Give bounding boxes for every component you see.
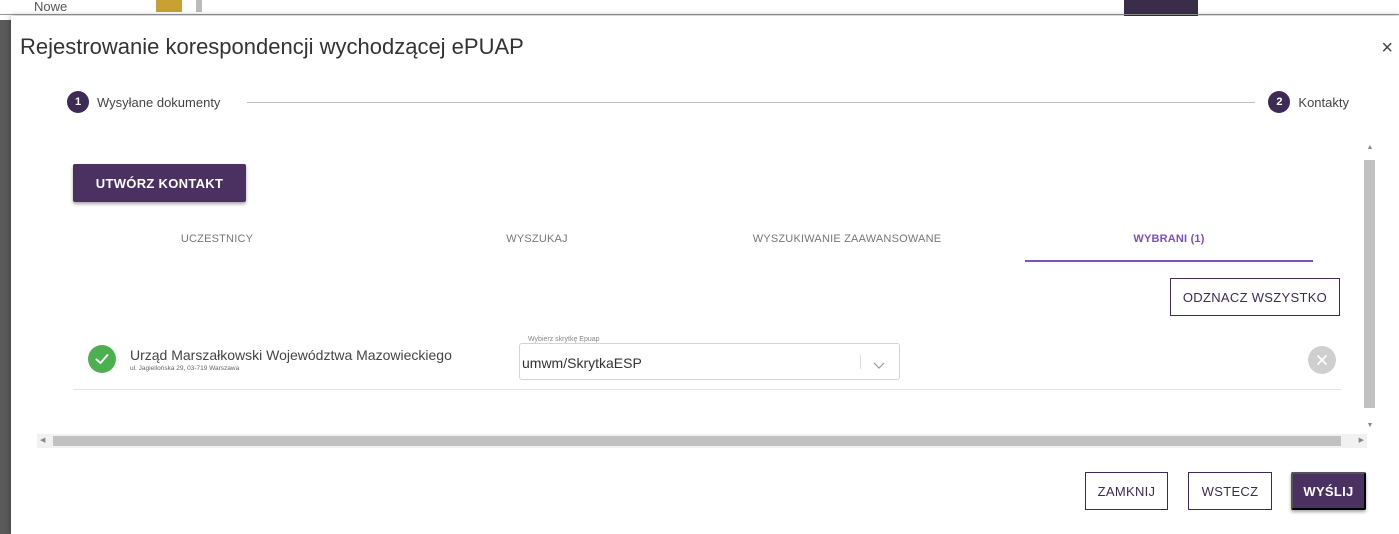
background-text: Nowe (34, 0, 68, 14)
send-button[interactable]: WYŚLIJ (1291, 472, 1366, 510)
tab-participants[interactable]: UCZESTNICY (73, 228, 361, 262)
step-number: 1 (67, 91, 89, 113)
epuap-dialog: Rejestrowanie korespondencji wychodzącej… (11, 16, 1399, 534)
close-button[interactable]: ZAMKNIJ (1085, 472, 1168, 510)
mailbox-select-label: Wybierz skrytkę Epuap (526, 336, 602, 343)
vertical-scrollbar[interactable]: ▲ ▼ (1363, 144, 1377, 434)
chevron-down-icon[interactable] (873, 357, 885, 369)
contacts-panel: UTWÓRZ KONTAKT UCZESTNICY WYSZUKAJ WYSZU… (37, 144, 1367, 446)
close-icon[interactable]: × (1381, 38, 1393, 58)
background-line (0, 14, 1399, 15)
unselect-all-button[interactable]: ODZNACZ WSZYSTKO (1170, 278, 1340, 316)
check-circle-icon (88, 345, 116, 373)
dialog-title: Rejestrowanie korespondencji wychodzącej… (20, 34, 524, 59)
contact-row: Urząd Marszałkowski Województwa Mazowiec… (73, 328, 1341, 390)
horizontal-scrollbar[interactable]: ◀ ▶ (37, 434, 1367, 448)
stepper: 1 Wysyłane dokumenty 2 Kontakty (67, 90, 1349, 114)
step-label: Wysyłane dokumenty (97, 94, 221, 110)
scroll-left-icon[interactable]: ◀ (40, 436, 45, 444)
background-icon (156, 0, 182, 12)
create-contact-button[interactable]: UTWÓRZ KONTAKT (73, 164, 246, 202)
step-number: 2 (1268, 91, 1291, 113)
scroll-down-icon[interactable]: ▼ (1365, 422, 1375, 429)
remove-contact-button[interactable] (1308, 346, 1336, 374)
close-icon (1317, 355, 1327, 365)
scroll-up-icon[interactable]: ▲ (1365, 144, 1375, 151)
contact-address: ul. Jagiellońska 29, 03-719 Warszawa (130, 365, 240, 372)
step-contacts[interactable]: 2 Kontakty (1268, 90, 1349, 114)
tab-advanced-search[interactable]: WYSZUKIWANIE ZAAWANSOWANE (693, 228, 1001, 262)
scroll-right-icon[interactable]: ▶ (1359, 436, 1364, 444)
scrollbar-thumb[interactable] (53, 436, 1341, 446)
step-label: Kontakty (1298, 94, 1349, 110)
background-divider (196, 0, 202, 12)
mailbox-select-value: umwm/SkrytkaESP (522, 355, 642, 371)
tab-selected[interactable]: WYBRANI (1) (1025, 228, 1313, 262)
contact-name: Urząd Marszałkowski Województwa Mazowiec… (130, 347, 452, 363)
scrollbar-thumb[interactable] (1364, 160, 1375, 408)
select-separator (860, 355, 861, 369)
step-documents[interactable]: 1 Wysyłane dokumenty (67, 90, 220, 114)
tab-bar: UCZESTNICY WYSZUKAJ WYSZUKIWANIE ZAAWANS… (73, 228, 1313, 262)
stepper-connector (247, 102, 1255, 103)
back-button[interactable]: WSTECZ (1188, 472, 1272, 510)
tab-search[interactable]: WYSZUKAJ (393, 228, 681, 262)
mailbox-select[interactable]: Wybierz skrytkę Epuap umwm/SkrytkaESP (519, 336, 900, 380)
